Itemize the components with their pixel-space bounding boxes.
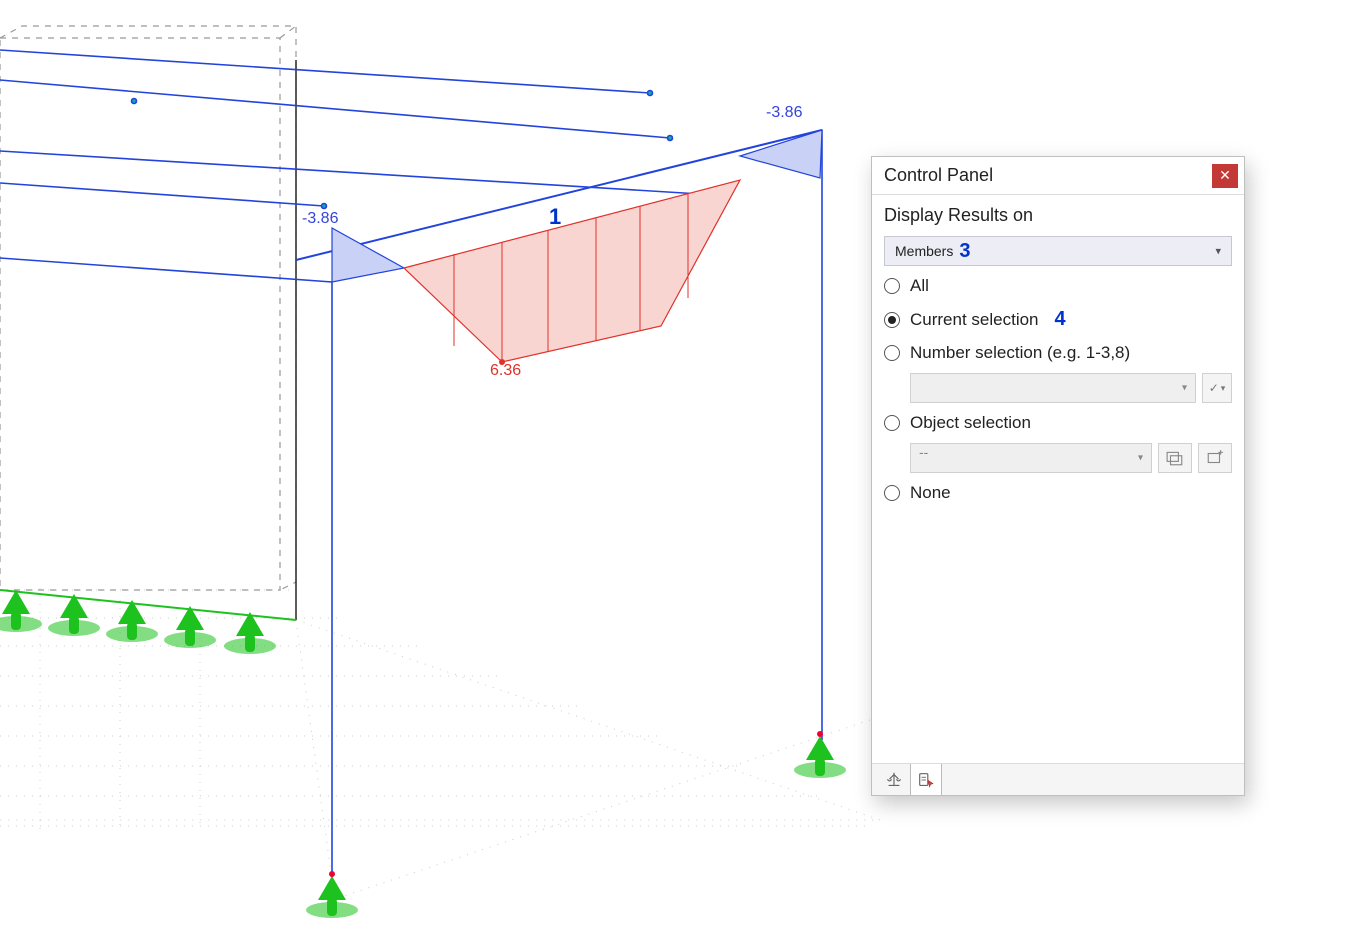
radio-all[interactable]: [884, 278, 900, 294]
dropdown-value: Members: [895, 243, 953, 259]
radio-object-selection-row[interactable]: Object selection: [884, 411, 1232, 435]
clipboard-cursor-icon: [917, 771, 935, 789]
radio-object-selection-label: Object selection: [910, 413, 1031, 433]
scales-icon: [885, 771, 903, 789]
number-selection-input[interactable]: ▾: [910, 373, 1196, 403]
callout-4: 4: [1055, 308, 1066, 331]
supports: [0, 590, 846, 918]
radio-number-selection-row[interactable]: Number selection (e.g. 1-3,8): [884, 341, 1232, 365]
radio-current-selection-label: Current selection: [910, 310, 1039, 330]
radio-current-selection[interactable]: [884, 312, 900, 328]
tab-filter[interactable]: [910, 764, 942, 795]
object-selection-value: --: [919, 444, 928, 460]
control-panel: Control Panel ✕ Display Results on Membe…: [871, 156, 1245, 796]
radio-object-selection[interactable]: [884, 415, 900, 431]
panel-title: Control Panel: [884, 165, 1212, 186]
selection-set-icon: [1166, 449, 1184, 467]
panel-header: Control Panel ✕: [872, 157, 1244, 195]
panel-tab-bar: [872, 763, 1244, 795]
display-results-on-label: Display Results on: [884, 205, 1232, 226]
check-icon: ✓: [1209, 381, 1219, 395]
panel-body: Display Results on Members 3 ▾ All Curre…: [872, 195, 1244, 763]
radio-all-label: All: [910, 276, 929, 296]
frame-beams: [0, 50, 822, 880]
object-selection-input-row: -- ▾: [884, 443, 1232, 473]
radio-current-selection-row[interactable]: Current selection 4: [884, 306, 1232, 333]
radio-none[interactable]: [884, 485, 900, 501]
floor-surface: [0, 620, 880, 900]
close-icon: ✕: [1219, 167, 1231, 184]
selection-set-add-icon: [1206, 449, 1224, 467]
object-selection-add-button[interactable]: [1198, 443, 1232, 473]
number-selection-apply-button[interactable]: ✓ ▾: [1202, 373, 1232, 403]
chevron-down-icon: ▾: [1182, 383, 1187, 394]
callout-3: 3: [959, 240, 970, 263]
moment-diagram: [332, 130, 822, 365]
object-selection-pick-button[interactable]: [1158, 443, 1192, 473]
radio-all-row[interactable]: All: [884, 274, 1232, 298]
display-on-dropdown[interactable]: Members 3 ▾: [884, 236, 1232, 266]
chevron-down-icon: ▾: [1215, 245, 1221, 258]
number-selection-input-row: ▾ ✓ ▾: [884, 373, 1232, 403]
chevron-down-icon: ▾: [1138, 453, 1143, 464]
radio-none-label: None: [910, 483, 951, 503]
object-selection-dropdown[interactable]: -- ▾: [910, 443, 1152, 473]
radio-none-row[interactable]: None: [884, 481, 1232, 505]
radio-number-selection-label: Number selection (e.g. 1-3,8): [910, 343, 1130, 363]
wall-panel-outline: [0, 26, 296, 620]
close-button[interactable]: ✕: [1212, 164, 1238, 188]
chevron-down-icon: ▾: [1221, 383, 1226, 394]
radio-number-selection[interactable]: [884, 345, 900, 361]
tab-scales[interactable]: [878, 764, 910, 795]
